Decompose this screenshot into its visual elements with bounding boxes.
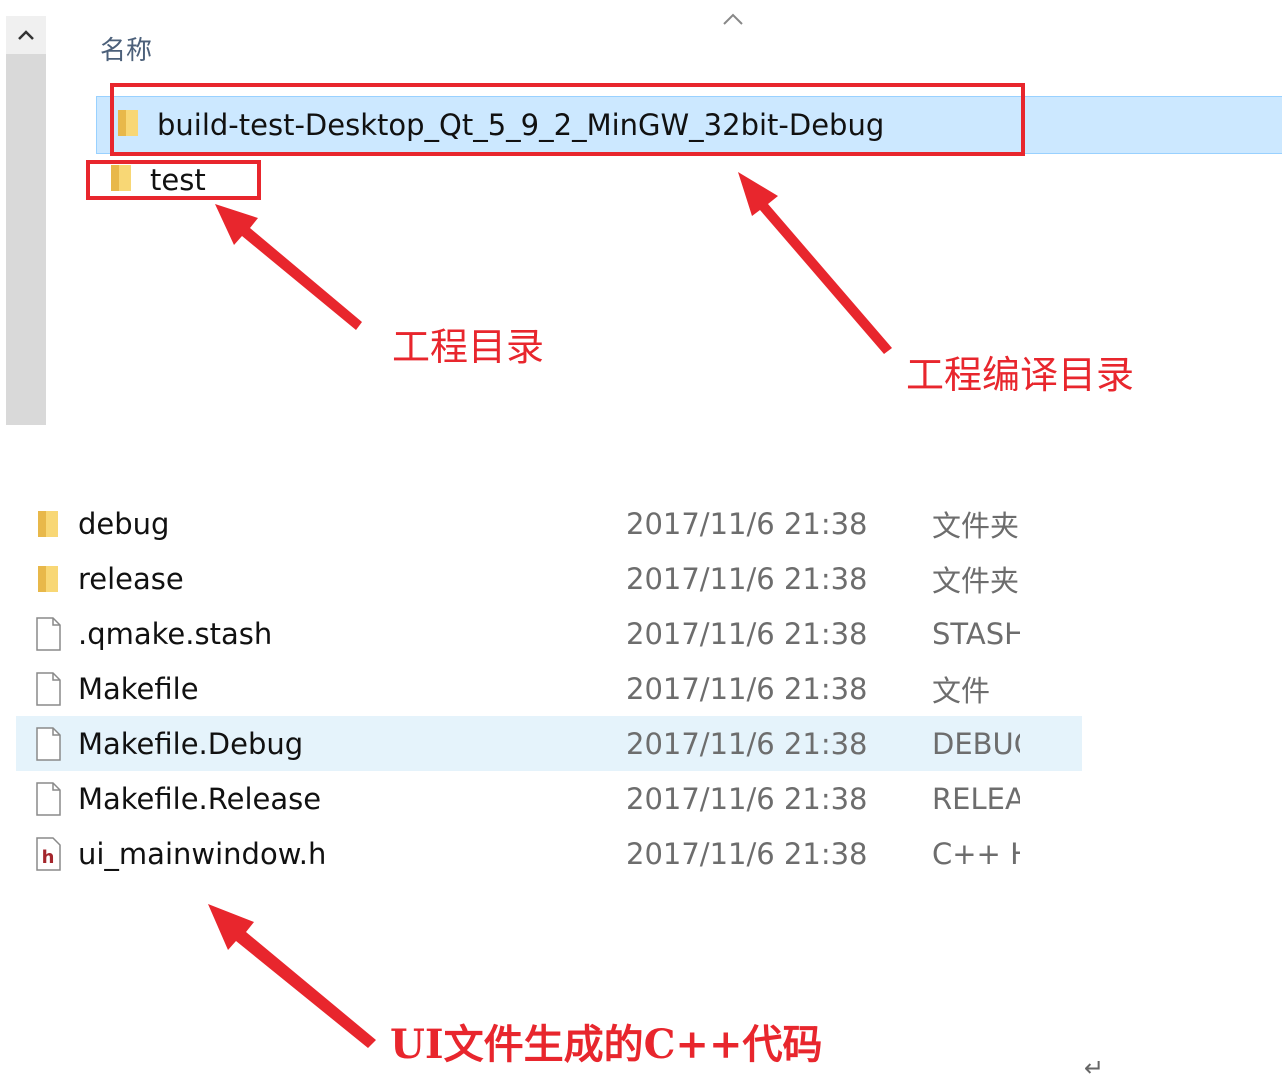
file-icon (30, 671, 66, 706)
header-file-icon: h (30, 836, 66, 871)
file-name: .qmake.stash (78, 616, 273, 651)
file-row-qmake-stash[interactable]: .qmake.stash 2017/11/6 21:38 STASH (16, 606, 1082, 661)
folder-icon (30, 564, 66, 594)
file-name: ui_mainwindow.h (78, 836, 327, 871)
file-date: 2017/11/6 21:38 (626, 671, 868, 706)
file-row-makefile-debug[interactable]: Makefile.Debug 2017/11/6 21:38 DEBUG (16, 716, 1082, 771)
file-type: STASH (932, 616, 1020, 651)
file-date: 2017/11/6 21:38 (626, 616, 868, 651)
file-name: debug (78, 506, 170, 541)
file-icon (30, 616, 66, 651)
file-date: 2017/11/6 21:38 (626, 726, 868, 761)
file-icon (30, 726, 66, 761)
file-row-ui-mainwindow-h[interactable]: h ui_mainwindow.h 2017/11/6 21:38 C++ H (16, 826, 1082, 881)
file-name: Makefile.Debug (78, 726, 304, 761)
file-type: C++ H (932, 836, 1020, 871)
file-date: 2017/11/6 21:38 (626, 506, 868, 541)
file-row-release[interactable]: release 2017/11/6 21:38 文件夹 (16, 551, 1082, 606)
folder-icon (30, 509, 66, 539)
svg-text:h: h (42, 847, 55, 868)
file-type: 文件 (932, 673, 991, 708)
file-type: RELEASE (932, 781, 1020, 816)
annotation-ui-code: UI文件生成的C++代码 (390, 1021, 823, 1068)
paragraph-return-mark: ↵ (1084, 1054, 1105, 1082)
annotation-project-dir: 工程目录 (392, 325, 545, 369)
annotation-build-dir: 工程编译目录 (906, 353, 1135, 397)
file-list: debug 2017/11/6 21:38 文件夹 release 2017/1… (16, 496, 1082, 881)
file-name: release (78, 561, 184, 596)
arrow-to-build (738, 172, 892, 354)
file-type: DEBUG (932, 726, 1020, 761)
file-date: 2017/11/6 21:38 (626, 836, 868, 871)
file-type: 文件夹 (932, 508, 1020, 543)
file-row-debug[interactable]: debug 2017/11/6 21:38 文件夹 (16, 496, 1082, 551)
arrow-to-test (215, 204, 362, 330)
file-name: Makefile (78, 671, 199, 706)
file-icon (30, 781, 66, 816)
file-name: Makefile.Release (78, 781, 322, 816)
arrow-to-ui-header (208, 904, 376, 1048)
file-row-makefile[interactable]: Makefile 2017/11/6 21:38 文件 (16, 661, 1082, 716)
file-date: 2017/11/6 21:38 (626, 781, 868, 816)
file-row-makefile-release[interactable]: Makefile.Release 2017/11/6 21:38 RELEASE (16, 771, 1082, 826)
file-date: 2017/11/6 21:38 (626, 561, 868, 596)
file-type: 文件夹 (932, 563, 1020, 598)
